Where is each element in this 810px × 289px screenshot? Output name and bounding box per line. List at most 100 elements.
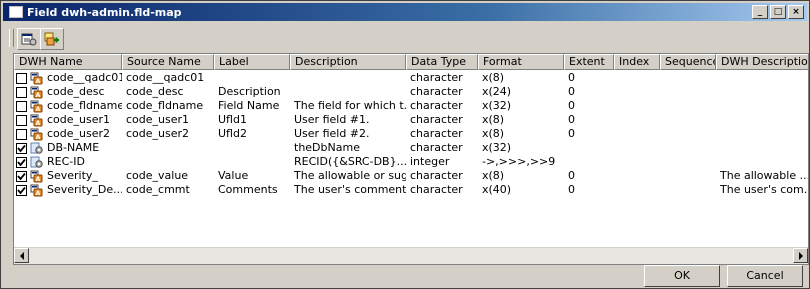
table-row[interactable]: Acode_desc code_desc Description character x…	[14, 85, 808, 99]
table-row[interactable]: DB-NAME theDbName character x(32)	[14, 141, 808, 155]
cell-format[interactable]: x(40)	[478, 183, 564, 197]
cell-description[interactable]	[290, 85, 406, 99]
column-extent-header[interactable]: Extent	[564, 54, 614, 70]
cell-extent[interactable]: 0	[564, 183, 614, 197]
cell-dwh-name[interactable]: Acode_user2	[14, 127, 122, 141]
cell-dwh-description[interactable]	[716, 141, 808, 155]
cell-index[interactable]	[614, 71, 660, 85]
cell-dwh-description[interactable]	[716, 71, 808, 85]
field-grid[interactable]: DWH Name Source Name Label Description Data …	[13, 53, 809, 265]
cell-format[interactable]: ->,>>>,>>9	[478, 155, 564, 169]
cell-source-name[interactable]: code__qadc01	[122, 71, 214, 85]
cell-dwh-name[interactable]: Acode_fldname	[14, 99, 122, 113]
cell-sequence[interactable]	[660, 85, 716, 99]
close-button[interactable]: ×	[788, 5, 804, 19]
cell-source-name[interactable]: code_user1	[122, 113, 214, 127]
cell-extent[interactable]: 0	[564, 113, 614, 127]
cell-dwh-description[interactable]: The user's com...	[716, 183, 808, 197]
column-index-header[interactable]: Index	[614, 54, 660, 70]
cell-label[interactable]	[214, 155, 290, 169]
table-row[interactable]: A Severity_ code_value Value The allowable o…	[14, 169, 808, 183]
cell-source-name[interactable]: code_value	[122, 169, 214, 183]
table-row[interactable]: REC-ID RECID({&SRC-DB}..... integer ->,>>>,…	[14, 155, 808, 169]
cell-data-type[interactable]: character	[406, 99, 478, 113]
row-checkbox[interactable]	[16, 184, 27, 196]
table-row[interactable]: Acode_fldname code_fldname Field Name The f…	[14, 99, 808, 113]
cell-data-type[interactable]: character	[406, 71, 478, 85]
table-row[interactable]: Acode_user2 code_user2 Ufld2 User field #2.…	[14, 127, 808, 141]
cell-sequence[interactable]	[660, 183, 716, 197]
cell-description[interactable]: The allowable or sug...	[290, 169, 406, 183]
cell-index[interactable]	[614, 127, 660, 141]
cell-data-type[interactable]: character	[406, 113, 478, 127]
table-row[interactable]: Acode_user1 code_user1 Ufld1 User field #1.…	[14, 113, 808, 127]
column-dwh-description-header[interactable]: DWH Description	[716, 54, 808, 70]
row-checkbox[interactable]	[16, 170, 27, 182]
scroll-right-button[interactable]	[793, 248, 808, 263]
row-checkbox[interactable]	[16, 142, 27, 154]
cell-source-name[interactable]: code_user2	[122, 127, 214, 141]
row-checkbox[interactable]	[16, 156, 27, 168]
cell-source-name[interactable]: code_fldname	[122, 99, 214, 113]
cell-source-name[interactable]	[122, 155, 214, 169]
cell-extent[interactable]	[564, 155, 614, 169]
row-checkbox[interactable]	[16, 114, 27, 126]
cancel-button[interactable]: Cancel	[727, 265, 803, 287]
cell-label[interactable]: Ufld2	[214, 127, 290, 141]
cell-format[interactable]: x(32)	[478, 141, 564, 155]
cell-description[interactable]: The field for which t...	[290, 99, 406, 113]
cell-format[interactable]: x(32)	[478, 99, 564, 113]
column-sequence-header[interactable]: Sequence	[660, 54, 716, 70]
column-format-header[interactable]: Format	[478, 54, 564, 70]
cell-extent[interactable]: 0	[564, 85, 614, 99]
cell-dwh-description[interactable]	[716, 155, 808, 169]
cell-extent[interactable]: 0	[564, 71, 614, 85]
cell-extent[interactable]: 0	[564, 99, 614, 113]
minimize-button[interactable]: _	[752, 5, 768, 19]
cell-dwh-name[interactable]: Acode__qadc01	[14, 71, 122, 85]
column-description-header[interactable]: Description	[290, 54, 406, 70]
cell-format[interactable]: x(8)	[478, 169, 564, 183]
cell-index[interactable]	[614, 141, 660, 155]
cell-dwh-name[interactable]: DB-NAME	[14, 141, 122, 155]
cell-source-name[interactable]	[122, 141, 214, 155]
cell-extent[interactable]: 0	[564, 169, 614, 183]
cell-description[interactable]: User field #1.	[290, 113, 406, 127]
cell-label[interactable]	[214, 71, 290, 85]
cell-label[interactable]: Field Name	[214, 99, 290, 113]
scroll-left-button[interactable]	[14, 248, 29, 263]
cell-index[interactable]	[614, 169, 660, 183]
cell-format[interactable]: x(8)	[478, 71, 564, 85]
column-source-name-header[interactable]: Source Name	[122, 54, 214, 70]
maximize-button[interactable]: □	[770, 5, 786, 19]
cell-sequence[interactable]	[660, 127, 716, 141]
cell-label[interactable]	[214, 141, 290, 155]
cell-dwh-name[interactable]: Acode_desc	[14, 85, 122, 99]
cell-data-type[interactable]: character	[406, 183, 478, 197]
cell-dwh-name[interactable]: Acode_user1	[14, 113, 122, 127]
cell-extent[interactable]: 0	[564, 127, 614, 141]
cell-source-name[interactable]: code_desc	[122, 85, 214, 99]
cell-label[interactable]: Comments	[214, 183, 290, 197]
cell-data-type[interactable]: character	[406, 169, 478, 183]
table-row[interactable]: Acode__qadc01 code__qadc01 character x(8) 0	[14, 71, 808, 85]
cell-description[interactable]: User field #2.	[290, 127, 406, 141]
cell-description[interactable]: The user's comment...	[290, 183, 406, 197]
cell-index[interactable]	[614, 183, 660, 197]
row-checkbox[interactable]	[16, 72, 27, 84]
table-row[interactable]: A Severity_De... code_cmmt Comments The user…	[14, 183, 808, 197]
row-checkbox[interactable]	[16, 86, 27, 98]
column-dwh-name-header[interactable]: DWH Name	[14, 54, 122, 70]
add-field-button[interactable]	[40, 28, 64, 50]
cell-dwh-description[interactable]	[716, 113, 808, 127]
cell-data-type[interactable]: integer	[406, 155, 478, 169]
cell-dwh-description[interactable]: The allowable ...	[716, 169, 808, 183]
cell-format[interactable]: x(8)	[478, 113, 564, 127]
cell-dwh-name[interactable]: REC-ID	[14, 155, 122, 169]
cell-data-type[interactable]: character	[406, 141, 478, 155]
cell-data-type[interactable]: character	[406, 127, 478, 141]
cell-dwh-name[interactable]: A Severity_	[14, 169, 122, 183]
column-data-type-header[interactable]: Data Type	[406, 54, 478, 70]
title-bar[interactable]: Field dwh-admin.fld-map _ □ ×	[3, 3, 807, 21]
cell-format[interactable]: x(8)	[478, 127, 564, 141]
